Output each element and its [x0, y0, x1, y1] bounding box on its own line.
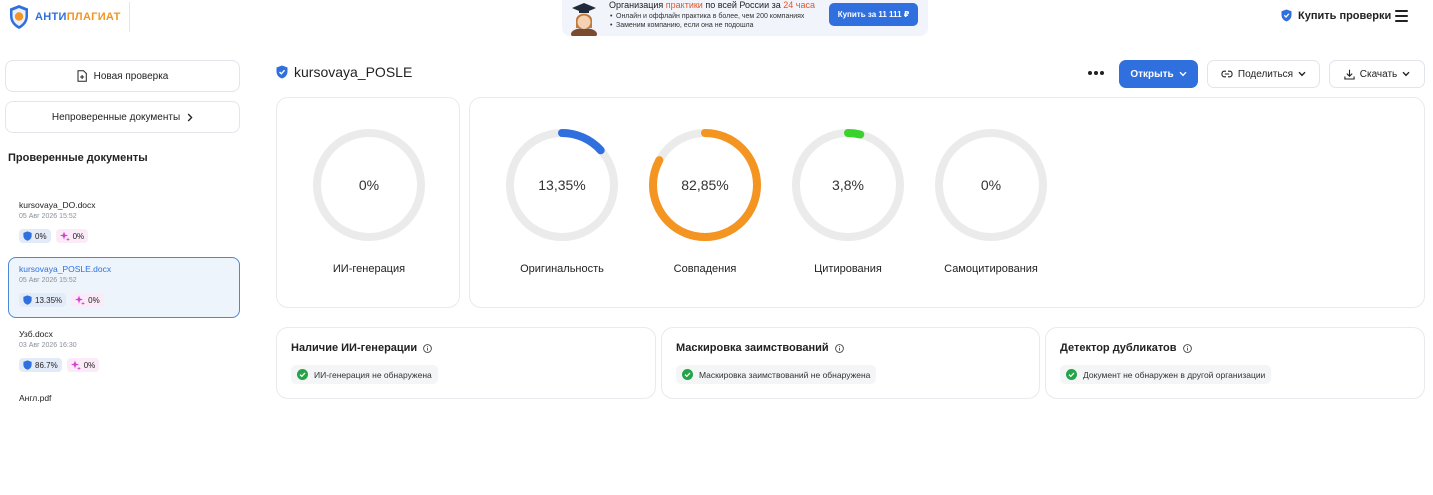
doc-name: kursovaya_DO.docx: [19, 200, 96, 210]
menu-icon[interactable]: [1395, 10, 1408, 22]
gauge-label: Совпадения: [673, 263, 737, 275]
new-check-button[interactable]: Новая проверка: [5, 60, 240, 92]
doc-date: 03 Авг 2026 16:30: [19, 342, 77, 349]
info-icon[interactable]: [834, 343, 844, 353]
doc-name: Узб.docx: [19, 329, 53, 339]
top-header: АНТИПЛАГИАТ Организация практики по всей…: [0, 0, 1433, 36]
shield-logo-icon: [10, 5, 28, 29]
page-title: kursovaya_POSLE: [294, 64, 413, 80]
download-button[interactable]: Скачать: [1329, 60, 1425, 88]
shield-check-icon: [276, 65, 288, 79]
promo-line-2: Заменим компанию, если она не подошла: [610, 22, 754, 29]
promo-buy-button[interactable]: Купить за 11 111 ₽: [829, 3, 918, 26]
status-chip: ИИ-генерация не обнаружена: [291, 365, 438, 384]
originality-badge: 0%: [19, 229, 51, 243]
ai-badge: 0%: [71, 293, 104, 307]
checked-docs-heading: Проверенные документы: [8, 152, 148, 164]
gauge-label: ИИ-генерация: [332, 263, 406, 275]
card-title: Наличие ИИ-генерации: [291, 342, 418, 354]
logo[interactable]: АНТИПЛАГИАТ: [8, 2, 130, 32]
card-title: Маскировка заимствований: [676, 342, 829, 354]
gauge-value: 3,8%: [832, 177, 864, 193]
doc-list-item[interactable]: Узб.docx 03 Авг 2026 16:30 86.7% 0%: [8, 322, 240, 383]
gauge-value: 13,35%: [538, 177, 586, 193]
ai-detection-card: Наличие ИИ-генерации ИИ-генерация не обн…: [276, 327, 656, 399]
gauge-label: Самоцитирования: [944, 263, 1038, 275]
sparkle-icon: [75, 295, 86, 305]
info-icon[interactable]: [1182, 343, 1192, 353]
unchecked-docs-button[interactable]: Непроверенные документы: [5, 101, 240, 133]
logo-text: АНТИПЛАГИАТ: [35, 11, 121, 23]
doc-name: Англ.pdf: [19, 393, 52, 403]
sparkle-icon: [59, 231, 70, 241]
gauge-label: Цитирования: [814, 263, 882, 275]
doc-list-item[interactable]: Англ.pdf: [8, 386, 240, 410]
ai-generation-card: 0% ИИ-генерация: [276, 97, 460, 308]
open-button[interactable]: Открыть: [1119, 60, 1198, 88]
card-title: Детектор дубликатов: [1060, 342, 1177, 354]
shield-icon: [23, 295, 32, 305]
masking-card: Маскировка заимствований Маскировка заим…: [661, 327, 1040, 399]
ai-gauge: 0% ИИ-генерация: [309, 127, 429, 275]
chevron-right-icon: [187, 113, 193, 121]
check-circle-icon: [1066, 369, 1077, 380]
shield-icon: [1281, 9, 1292, 22]
doc-date: 05 Авг 2026 15:52: [19, 277, 77, 284]
promo-banner[interactable]: Организация практики по всей России за 2…: [562, 0, 928, 36]
doc-list-item[interactable]: kursovaya_DO.docx 05 Авг 2026 15:52 0% 0…: [8, 193, 240, 254]
matches-gauge: 82,85% Совпадения: [645, 127, 765, 275]
originality-badge: 86.7%: [19, 358, 62, 372]
graduate-avatar-icon: [571, 3, 597, 36]
check-circle-icon: [682, 369, 693, 380]
originality-gauge: 13,35% Оригинальность: [502, 127, 622, 275]
buy-checks-link[interactable]: Купить проверки: [1281, 9, 1391, 22]
doc-date: 05 Авг 2026 15:52: [19, 213, 77, 220]
status-chip: Документ не обнаружен в другой организац…: [1060, 365, 1272, 384]
gauge-value: 0%: [980, 177, 1002, 193]
more-options-icon[interactable]: [1088, 67, 1104, 79]
ai-badge: 0%: [55, 229, 89, 243]
chevron-down-icon: [1179, 71, 1187, 77]
link-icon: [1221, 70, 1233, 78]
status-chip: Маскировка заимствований не обнаружена: [676, 365, 877, 384]
chevron-down-icon: [1298, 71, 1306, 77]
gauge-value: 82,85%: [681, 177, 729, 193]
metrics-card: 13,35% Оригинальность 82,85% Совпадения …: [469, 97, 1425, 308]
duplicates-card: Детектор дубликатов Документ не обнаруже…: [1045, 327, 1425, 399]
shield-icon: [23, 231, 32, 241]
document-plus-icon: [77, 70, 87, 82]
promo-line-1: Онлайн и оффлайн практика в более, чем 2…: [610, 13, 804, 20]
info-icon[interactable]: [423, 343, 433, 353]
sparkle-icon: [70, 360, 81, 370]
gauge-label: Оригинальность: [520, 263, 604, 275]
doc-title-row: kursovaya_POSLE: [276, 64, 412, 80]
citations-gauge: 3,8% Цитирования: [788, 127, 908, 275]
share-button[interactable]: Поделиться: [1207, 60, 1320, 88]
shield-icon: [23, 360, 32, 370]
download-icon: [1344, 69, 1355, 80]
self-citations-gauge: 0% Самоцитирования: [931, 127, 1051, 275]
originality-badge: 13.35%: [19, 293, 67, 307]
promo-title: Организация практики по всей России за 2…: [609, 0, 815, 10]
gauge-value: 0%: [358, 177, 380, 193]
doc-list-item-active[interactable]: kursovaya_POSLE.docx 05 Авг 2026 15:52 1…: [8, 257, 240, 318]
chevron-down-icon: [1402, 71, 1410, 77]
check-circle-icon: [297, 369, 308, 380]
doc-name: kursovaya_POSLE.docx: [19, 264, 112, 274]
ai-badge: 0%: [66, 358, 100, 372]
